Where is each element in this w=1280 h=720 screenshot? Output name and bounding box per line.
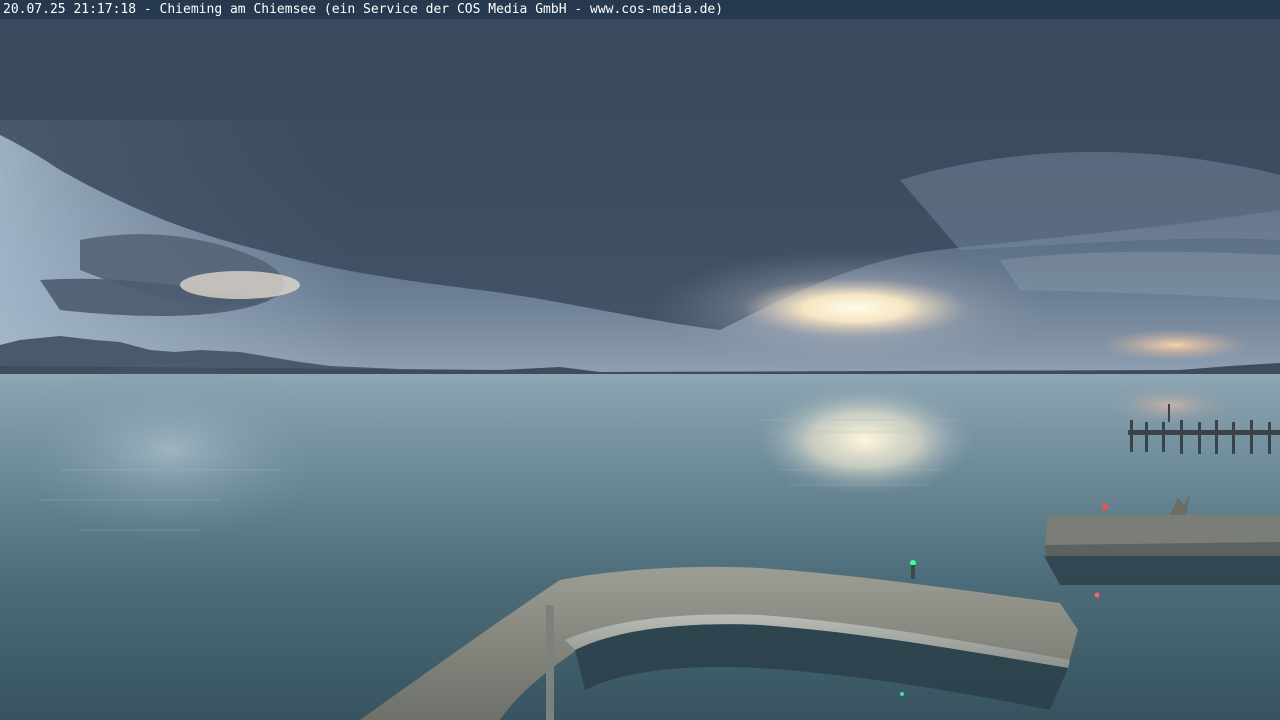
left-sky-reflection <box>0 360 340 540</box>
webcam-frame: 20.07.25 21:17:18 - Chieming am Chiemsee… <box>0 0 1280 720</box>
lake-scene-image <box>0 0 1280 720</box>
right-glow <box>1100 329 1250 361</box>
sun-glow <box>740 278 970 338</box>
left-glow <box>180 271 300 299</box>
cloud-wisp <box>900 151 1280 250</box>
webcam-caption-bar: 20.07.25 21:17:18 - Chieming am Chiemsee… <box>0 0 1280 19</box>
sun-reflection <box>755 385 975 495</box>
webcam-timestamp-caption: 20.07.25 21:17:18 - Chieming am Chiemsee… <box>3 2 724 17</box>
